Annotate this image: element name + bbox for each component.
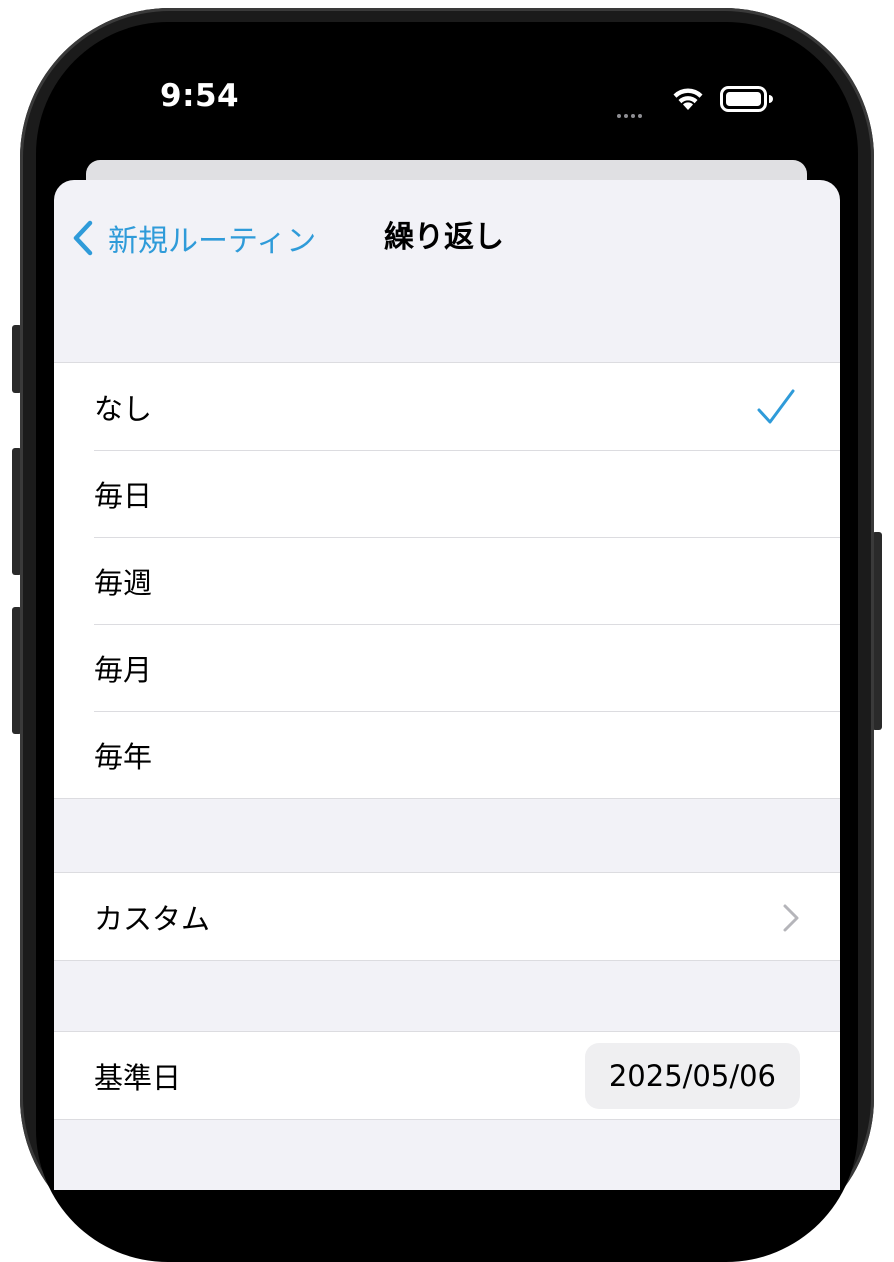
option-weekly[interactable]: 毎週 [54, 537, 840, 624]
base-date-picker[interactable]: 2025/05/06 [584, 1043, 800, 1109]
option-yearly[interactable]: 毎年 [54, 711, 840, 798]
option-label: なし [94, 391, 153, 426]
base-date-row: 基準日 2025/05/06 [54, 1032, 840, 1119]
nav-title: 繰り返し [384, 220, 504, 255]
cellular-signal-icon [617, 103, 647, 118]
battery-icon [720, 86, 773, 112]
base-date-value: 2025/05/06 [608, 1059, 776, 1093]
base-date-group: 基準日 2025/05/06 [54, 1031, 840, 1120]
option-label: 毎週 [94, 565, 153, 600]
option-monthly[interactable]: 毎月 [54, 624, 840, 711]
option-label: 毎月 [94, 652, 153, 687]
option-daily[interactable]: 毎日 [54, 450, 840, 537]
custom-label: カスタム [94, 901, 211, 936]
option-label: 毎年 [94, 739, 153, 774]
wifi-icon [673, 88, 703, 110]
custom-row[interactable]: カスタム [54, 873, 840, 960]
back-button[interactable]: 新規ルーティン [72, 218, 317, 259]
custom-group: カスタム [54, 872, 840, 961]
option-label: 毎日 [94, 478, 153, 513]
repeat-sheet: 新規ルーティン 繰り返し なし 毎日 毎週 毎月 毎年 カスタム 基準日 202… [54, 180, 840, 1190]
chevron-left-icon [73, 220, 93, 256]
status-time: 9:54 [160, 78, 240, 114]
checkmark-icon [757, 389, 795, 424]
repeat-options-list: なし 毎日 毎週 毎月 毎年 [54, 362, 840, 799]
back-button-label: 新規ルーティン [108, 224, 317, 259]
chevron-right-icon [783, 904, 799, 932]
base-date-label: 基準日 [94, 1060, 182, 1095]
option-none[interactable]: なし [54, 363, 840, 450]
